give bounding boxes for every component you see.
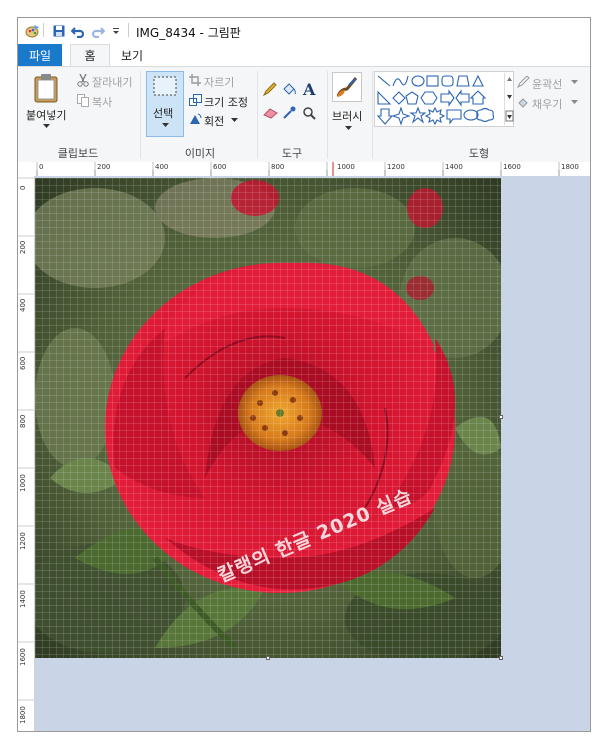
svg-text:A: A [302, 81, 316, 97]
pencil-icon[interactable] [262, 81, 278, 97]
ribbon-separator [140, 71, 141, 159]
fill-button[interactable]: 채우기 [532, 96, 562, 112]
select-icon [152, 75, 178, 97]
paint-window: IMG_8434 - 그림판 파일 홈 보기 붙여넣기 잘라내기 복사 클립보드 [17, 17, 591, 732]
canvas-resize-handle-corner[interactable] [499, 656, 503, 660]
group-label-clipboard: 클립보드 [57, 147, 99, 160]
group-label-shapes: 도형 [468, 147, 490, 160]
paint-app-icon[interactable] [24, 23, 40, 39]
brushes-button[interactable]: 브러시 [332, 108, 362, 124]
text-tool-icon[interactable]: A [301, 80, 319, 98]
ruler-label: 400 [155, 163, 169, 171]
ruler-label: 600 [213, 163, 227, 171]
cut-button[interactable]: 잘라내기 [92, 74, 132, 90]
shapes-gallery[interactable] [374, 71, 514, 127]
ruler-label: 1400 [445, 163, 463, 171]
title-bar: IMG_8434 - 그림판 [18, 18, 590, 44]
rose-photo [35, 178, 501, 658]
copy-icon [76, 93, 90, 107]
shapes-scrollbar[interactable] [504, 73, 514, 125]
ruler-label: 1000 [19, 474, 27, 492]
ruler-label: 1600 [19, 648, 27, 666]
fill-bucket-icon[interactable] [281, 81, 297, 97]
clipboard-icon[interactable] [32, 73, 60, 103]
image-canvas[interactable] [35, 178, 501, 658]
copy-button[interactable]: 복사 [92, 94, 112, 110]
ruler-label: 1200 [19, 532, 27, 550]
ribbon-separator [372, 71, 373, 159]
redo-icon[interactable] [90, 23, 106, 39]
paste-button[interactable]: 붙여넣기 [26, 107, 66, 123]
title-separator [128, 23, 129, 37]
ruler-corner [18, 162, 34, 176]
magnifier-icon[interactable] [301, 105, 317, 121]
ruler-label: 0 [39, 163, 44, 171]
rotate-dropdown-icon[interactable] [230, 117, 238, 123]
save-icon[interactable] [52, 23, 66, 39]
crop-button[interactable]: 자르기 [204, 74, 234, 90]
canvas-resize-handle-bottom[interactable] [266, 656, 270, 660]
tab-view[interactable]: 보기 [112, 44, 152, 66]
crop-icon [188, 73, 202, 87]
tab-file[interactable]: 파일 [18, 44, 62, 66]
ruler-label: 200 [19, 240, 27, 254]
color-picker-icon[interactable] [281, 105, 297, 121]
customize-quick-access-icon[interactable] [111, 23, 121, 39]
resize-icon [188, 93, 202, 107]
outline-dropdown-icon[interactable] [570, 79, 578, 85]
rotate-button[interactable]: 회전 [204, 113, 224, 129]
resize-button[interactable]: 크기 조정 [204, 94, 248, 110]
ribbon-tabs: 파일 홈 보기 [18, 44, 590, 66]
scissors-icon [76, 73, 90, 87]
brushes-dropdown-icon[interactable] [344, 125, 352, 131]
ruler-label: 1200 [387, 163, 405, 171]
eraser-icon[interactable] [262, 105, 278, 121]
ribbon-separator [327, 71, 328, 159]
outline-button[interactable]: 윤곽선 [532, 76, 562, 92]
group-label-tools: 도구 [281, 147, 303, 160]
window-title: IMG_8434 - 그림판 [136, 26, 241, 40]
ruler-label: 600 [19, 356, 27, 370]
canvas-resize-handle-right[interactable] [499, 415, 503, 419]
ruler-label: 0 [19, 185, 27, 190]
qa-separator [43, 23, 44, 37]
ruler-label: 800 [19, 414, 27, 428]
ribbon: 붙여넣기 잘라내기 복사 클립보드 선택 자르기 크기 조정 회전 이미지 A … [18, 66, 590, 164]
fill-dropdown-icon[interactable] [570, 99, 578, 105]
ruler-label: 400 [19, 298, 27, 312]
paste-dropdown-icon[interactable] [42, 123, 50, 129]
ruler-label: 1000 [337, 163, 355, 171]
undo-icon[interactable] [70, 23, 86, 39]
horizontal-ruler: 0 200 400 600 800 1000 1200 1400 1600 18… [34, 162, 590, 177]
ruler-label: 200 [97, 163, 111, 171]
outline-icon [516, 75, 530, 89]
ruler-label: 1800 [19, 706, 27, 724]
select-label: 선택 [153, 107, 174, 120]
brush-icon[interactable] [332, 72, 362, 102]
tab-home[interactable]: 홈 [70, 44, 110, 66]
ruler-label: 1600 [503, 163, 521, 171]
ruler-label: 1800 [561, 163, 579, 171]
ruler-label: 800 [271, 163, 285, 171]
select-dropdown-icon[interactable] [161, 122, 169, 128]
ruler-label: 1400 [19, 590, 27, 608]
group-label-image: 이미지 [184, 147, 216, 160]
fill-icon [516, 95, 530, 109]
rotate-icon [188, 112, 202, 126]
vertical-ruler: 0 200 400 600 800 1000 1200 1400 1600 18… [18, 176, 35, 731]
